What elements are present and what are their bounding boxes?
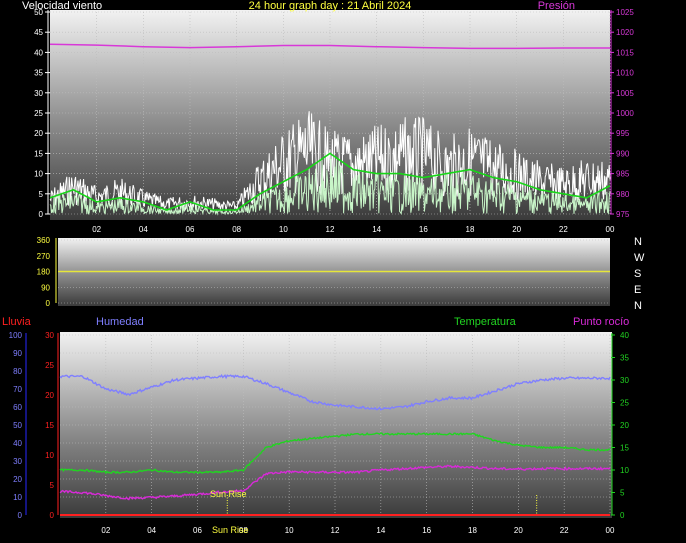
- pressure-axis-title: Presión: [538, 0, 575, 12]
- humidity-tick-label: 70: [13, 385, 22, 394]
- temperature-axis-title: Temperatura: [454, 316, 517, 328]
- pressure-tick-label: 1000: [616, 109, 634, 118]
- x-tick-label: 16: [422, 526, 431, 535]
- x-tick-label: 04: [147, 526, 156, 535]
- pressure-tick-label: 990: [616, 149, 630, 158]
- humidity-tick-label: 100: [9, 331, 23, 340]
- x-tick-label: 10: [279, 225, 288, 234]
- chart-title: 24 hour graph day : 21 Abril 2024: [249, 0, 412, 12]
- x-tick-label: 18: [468, 526, 477, 535]
- pressure-tick-label: 1015: [616, 48, 634, 57]
- wind-tick-label: 5: [39, 190, 44, 199]
- x-tick-label: 06: [186, 225, 195, 234]
- temperature-tick-label: 35: [620, 354, 629, 363]
- humidity-tick-label: 90: [13, 349, 22, 358]
- temperature-tick-label: 0: [620, 511, 625, 520]
- rain-tick-label: 15: [45, 421, 54, 430]
- x-tick-label: 08: [232, 225, 241, 234]
- pressure-tick-label: 975: [616, 210, 630, 219]
- rain-tick-label: 5: [50, 481, 55, 490]
- wind-tick-label: 45: [34, 28, 43, 37]
- x-tick-label: 12: [326, 225, 335, 234]
- rain-tick-label: 10: [45, 451, 54, 460]
- humidity-tick-label: 40: [13, 439, 22, 448]
- pressure-tick-label: 985: [616, 170, 630, 179]
- compass-label: E: [634, 284, 641, 296]
- sunrise-label: Sun Rise: [210, 489, 247, 499]
- direction-tick-label: 180: [37, 268, 51, 277]
- x-tick-label: 14: [376, 526, 385, 535]
- humidity-tick-label: 30: [13, 457, 22, 466]
- wind-axis-title: Velocidad viento: [22, 0, 102, 12]
- wind-tick-label: 10: [34, 170, 43, 179]
- x-tick-label: 20: [514, 526, 523, 535]
- wind-tick-label: 30: [34, 89, 43, 98]
- x-tick-label: 14: [372, 225, 381, 234]
- sunrise-axis-label: Sun Rise: [212, 525, 249, 535]
- wind-tick-label: 35: [34, 69, 43, 78]
- humidity-tick-label: 80: [13, 367, 22, 376]
- rain-tick-label: 30: [45, 331, 54, 340]
- x-tick-label: 22: [559, 225, 568, 234]
- wind-tick-label: 40: [34, 48, 43, 57]
- compass-label: S: [634, 268, 641, 280]
- x-tick-label: 20: [512, 225, 521, 234]
- pressure-tick-label: 1025: [616, 8, 634, 17]
- compass-label: W: [634, 252, 645, 264]
- weather-chart: 5045403530252015105010251020101510101005…: [2, 0, 645, 535]
- temperature-tick-label: 30: [620, 376, 629, 385]
- pressure-tick-label: 1020: [616, 28, 634, 37]
- compass-label: N: [634, 236, 642, 248]
- pressure-tick-label: 1005: [616, 89, 634, 98]
- dew-point-axis-title: Punto rocío: [573, 316, 629, 328]
- x-tick-label: 16: [419, 225, 428, 234]
- temperature-tick-label: 25: [620, 399, 629, 408]
- temperature-tick-label: 20: [620, 421, 629, 430]
- rain-tick-label: 0: [50, 511, 55, 520]
- rain-tick-label: 20: [45, 391, 54, 400]
- pressure-tick-label: 1010: [616, 69, 634, 78]
- wind-tick-label: 20: [34, 129, 43, 138]
- x-tick-label: 04: [139, 225, 148, 234]
- humidity-tick-label: 0: [18, 511, 23, 520]
- humidity-tick-label: 20: [13, 475, 22, 484]
- direction-tick-label: 360: [37, 236, 51, 245]
- x-tick-label: 02: [101, 526, 110, 535]
- direction-tick-label: 0: [46, 299, 51, 308]
- humidity-tick-label: 10: [13, 493, 22, 502]
- direction-tick-label: 270: [37, 252, 51, 261]
- temperature-tick-label: 10: [620, 466, 629, 475]
- x-tick-label: 10: [285, 526, 294, 535]
- rain-tick-label: 25: [45, 361, 54, 370]
- x-tick-label: 06: [193, 526, 202, 535]
- humidity-axis-title: Humedad: [96, 316, 144, 328]
- humidity-tick-label: 50: [13, 421, 22, 430]
- x-tick-label: 22: [560, 526, 569, 535]
- temperature-tick-label: 40: [620, 331, 629, 340]
- x-tick-label: 12: [331, 526, 340, 535]
- x-tick-label: 00: [606, 526, 615, 535]
- wind-tick-label: 0: [39, 210, 44, 219]
- temperature-tick-label: 5: [620, 489, 625, 498]
- pressure-tick-label: 995: [616, 129, 630, 138]
- humidity-tick-label: 60: [13, 403, 22, 412]
- direction-tick-label: 90: [41, 283, 50, 292]
- wind-tick-label: 25: [34, 109, 43, 118]
- temperature-tick-label: 15: [620, 444, 629, 453]
- x-tick-label: 02: [92, 225, 101, 234]
- x-tick-label: 18: [466, 225, 475, 234]
- pressure-tick-label: 980: [616, 190, 630, 199]
- rain-axis-title: Lluvia: [2, 316, 32, 328]
- compass-label: N: [634, 300, 642, 312]
- x-tick-label: 00: [606, 225, 615, 234]
- wind-tick-label: 15: [34, 149, 43, 158]
